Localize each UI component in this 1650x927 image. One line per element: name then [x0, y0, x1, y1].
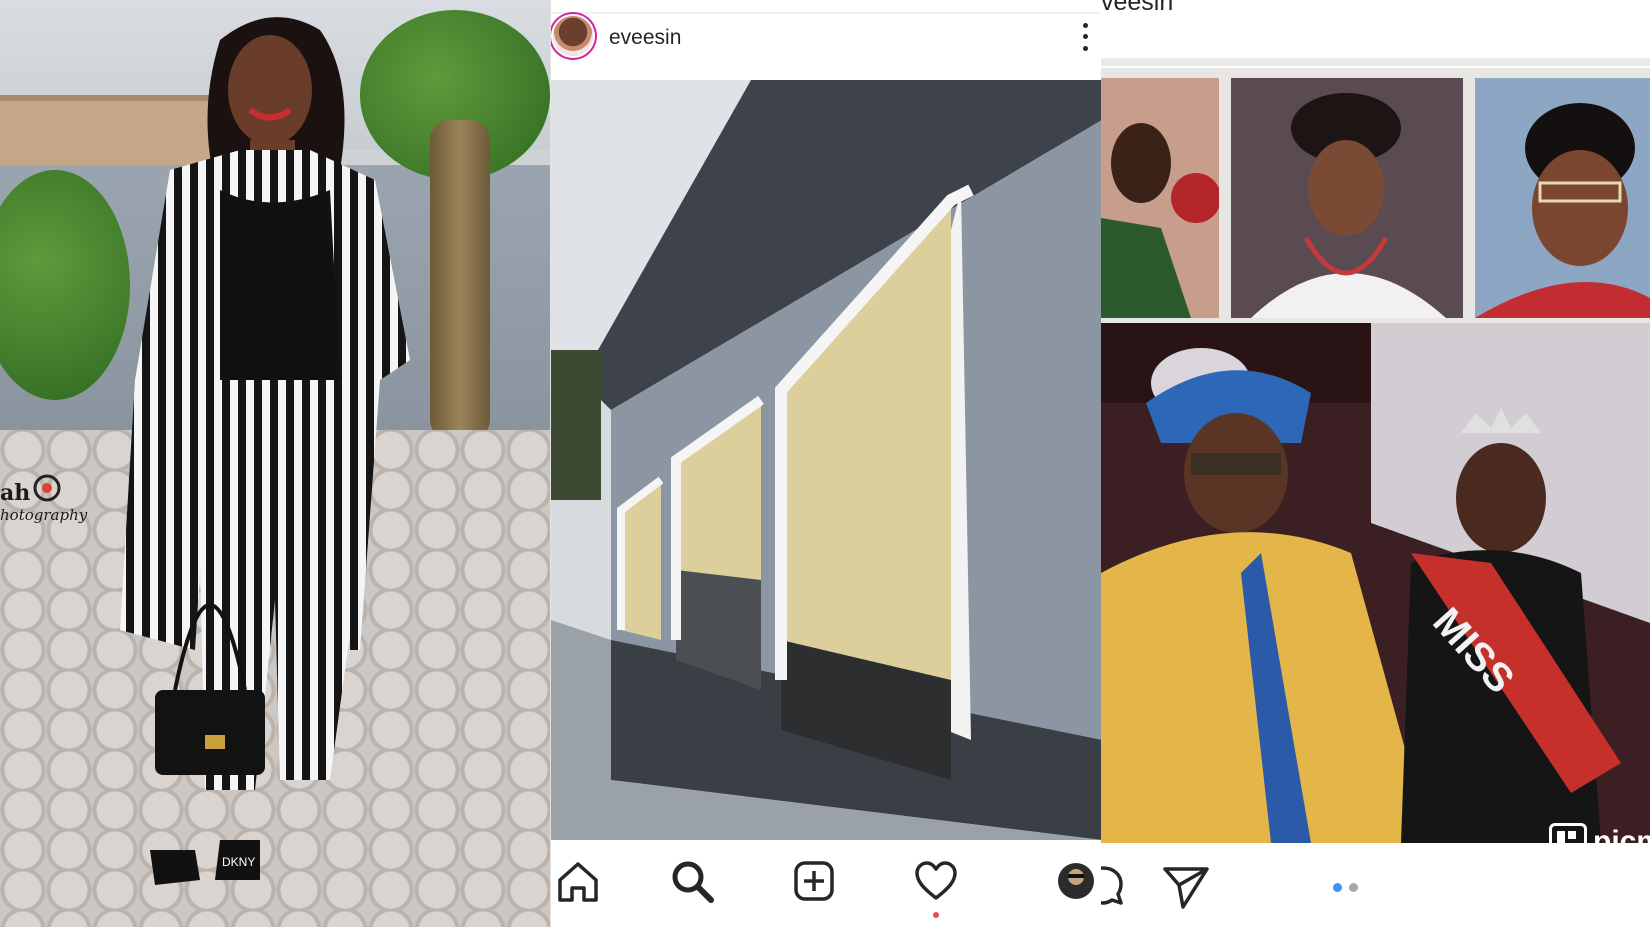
profile-avatar[interactable] [553, 16, 593, 56]
comment-icon[interactable] [1101, 863, 1125, 907]
vintage-photo-2 [1231, 78, 1463, 318]
post-username-cropped[interactable]: veesin [1101, 0, 1173, 17]
add-post-icon[interactable] [791, 858, 837, 904]
post-header: eveesin [551, 12, 1102, 78]
send-icon[interactable] [1161, 865, 1211, 911]
bottom-navigation [551, 840, 1102, 926]
vintage-photo-1 [1101, 78, 1219, 318]
vintage-photo-3 [1475, 78, 1650, 318]
heart-icon[interactable] [913, 858, 959, 904]
profile-avatar-icon[interactable] [1053, 858, 1099, 904]
header-divider [1101, 58, 1650, 66]
post-username[interactable]: eveesin [609, 26, 681, 50]
watermark-text: ah [0, 480, 31, 506]
left-photo-panel: DKNY ah hotography [0, 0, 550, 927]
dkny-label: DKNY [222, 855, 255, 869]
right-post-panel: veesin MISS picm [1101, 0, 1650, 927]
photography-watermark: ah hotography [0, 480, 87, 524]
home-icon[interactable] [555, 858, 601, 904]
more-vertical-icon[interactable] [1076, 20, 1094, 54]
carousel-dot-active [1333, 883, 1342, 892]
post-image[interactable] [551, 80, 1102, 840]
post-action-bar [1101, 843, 1650, 927]
woman-in-striped-outfit-figure: DKNY [120, 17, 410, 885]
search-icon[interactable] [669, 858, 715, 904]
notification-dot [933, 912, 939, 918]
carousel-indicator [1333, 883, 1358, 892]
carousel-dot [1349, 883, 1358, 892]
vintage-photo-4: MISS [1101, 323, 1650, 843]
photo-collage[interactable]: MISS picm [1101, 68, 1650, 861]
watermark-subtext: hotography [0, 506, 88, 524]
instagram-post-panel: eveesin [550, 0, 1103, 927]
